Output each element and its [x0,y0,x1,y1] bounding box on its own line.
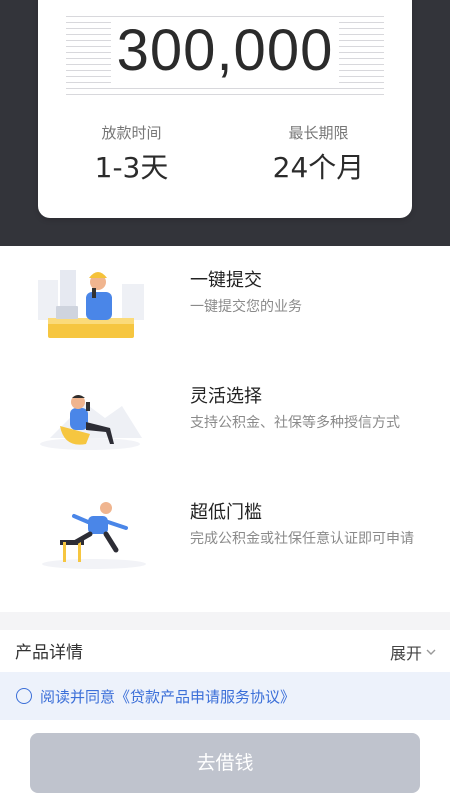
disburse-time-label: 放款时间 [101,124,162,142]
section-divider [0,612,450,630]
feature-desc: 支持公积金、社保等多种授信方式 [190,415,400,431]
feature-title: 灵活选择 [190,386,262,407]
chevron-down-icon [426,649,436,655]
agreement-radio[interactable] [16,688,32,704]
feature-one-click: 一键提交 一键提交您的业务 [0,262,450,372]
feature-title: 一键提交 [190,270,262,291]
agreement-row: 阅读并同意《贷款产品申请服务协议》 [0,672,450,720]
max-term-stat: 最长期限 24个月 [225,122,412,188]
disburse-time-stat: 放款时间 1-3天 [38,122,225,188]
worker-at-desk-illustration [30,262,150,362]
agreement-text[interactable]: 阅读并同意《贷款产品申请服务协议》 [40,686,295,707]
product-details-header: 产品详情 展开 [0,630,450,672]
expand-button[interactable]: 展开 [390,640,436,664]
apply-loan-button[interactable]: 去借钱 [30,733,420,793]
loan-amount-text: 300,000 [110,18,340,83]
loan-amount-card: 300,000 放款时间 1-3天 最长期限 24个月 [38,0,412,218]
feature-low-threshold: 超低门槛 完成公积金或社保任意认证即可申请 [0,494,450,604]
person-hurdling-illustration [30,494,150,594]
disburse-time-value: 1-3天 [94,151,169,184]
product-details-title: 产品详情 [15,643,83,663]
feature-title: 超低门槛 [190,502,262,523]
feature-flexible-choice: 灵活选择 支持公积金、社保等多种授信方式 [0,378,450,488]
loan-amount: 300,000 [38,18,412,84]
person-relaxing-illustration [30,378,150,478]
feature-desc: 一键提交您的业务 [190,299,302,315]
feature-desc: 完成公积金或社保任意认证即可申请 [190,531,414,547]
expand-label: 展开 [389,644,422,663]
max-term-label: 最长期限 [288,124,349,142]
max-term-value: 24个月 [272,151,365,184]
